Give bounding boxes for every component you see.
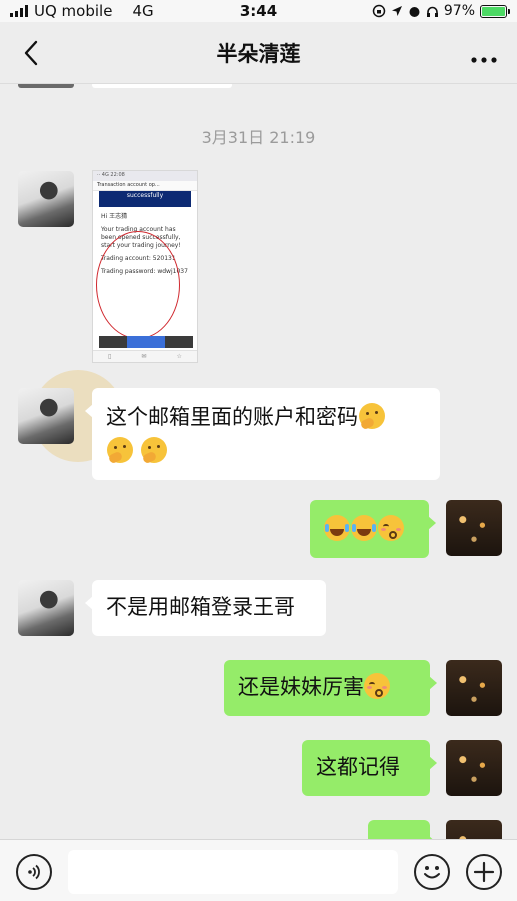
avatar [18,84,74,88]
plus-icon [473,861,495,883]
contact-avatar[interactable] [18,171,74,227]
image-message[interactable]: ·· 4G 22:08 Transaction account op... su… [92,170,198,363]
thinking-emoji-icon [140,437,167,463]
status-right: 97% [372,3,510,19]
voice-button[interactable] [16,854,52,890]
thinking-emoji-icon [107,437,133,463]
kissing-emoji-icon [378,515,404,541]
plus-button[interactable] [466,854,502,890]
kissing-emoji-icon [364,673,390,699]
headphones-icon [426,6,438,17]
nav-bar: 半朵清莲 [0,22,517,84]
smiley-icon [424,866,440,879]
back-button[interactable] [14,36,48,70]
my-avatar[interactable] [446,820,502,839]
contact-avatar[interactable] [18,388,74,444]
message-text: 不是用邮箱登录王哥 [106,595,295,619]
chat-area[interactable]: 3月31日 21:19 ·· 4G 22:08 Transaction acco… [0,84,517,839]
image-greeting: Hi 王志猜 [101,213,128,220]
chat-title: 半朵清莲 [216,41,301,66]
rotation-lock-icon [372,4,386,18]
tears-of-joy-emoji-icon [351,515,377,541]
image-body: Hi 王志猜 Your trading account has been ope… [93,207,197,339]
battery-percent: 97% [443,3,475,19]
my-avatar[interactable] [446,660,502,716]
status-bar: UQ mobile 4G 3:44 97% [0,0,517,22]
message-text: 这个邮箱里面的账户和密码 [106,405,358,429]
message-bubble-outgoing[interactable] [310,500,436,558]
image-banner: successfully [99,191,191,207]
message-bubble-outgoing[interactable]: 这都记得 [302,740,437,796]
status-left: UQ mobile 4G [10,2,154,20]
image-toolbar [99,336,193,348]
my-avatar[interactable] [446,500,502,556]
image-header: Transaction account op... [93,181,197,191]
network-label: 4G [132,2,154,20]
location-icon [391,6,402,16]
contact-avatar[interactable] [18,580,74,636]
previous-message-bubble [92,84,232,88]
my-avatar[interactable] [446,740,502,796]
alarm-icon [409,6,420,17]
message-input[interactable] [68,850,398,894]
message-bubble-outgoing[interactable] [368,820,437,839]
battery-icon [480,4,510,18]
more-button[interactable] [471,44,497,69]
tears-of-joy-emoji-icon [324,515,350,541]
voice-icon [28,864,40,880]
emoji-button[interactable] [414,854,450,890]
message-bubble-outgoing[interactable]: 还是妹妹厉害 [224,660,437,716]
image-status-bar: ·· 4G 22:08 [93,171,197,181]
signal-icon [10,5,28,17]
message-bubble-incoming[interactable]: 不是用邮箱登录王哥 [85,580,326,636]
thinking-emoji-icon [359,403,385,429]
chevron-left-icon [24,40,38,66]
carrier-label: UQ mobile [34,2,113,20]
input-bar [0,839,517,901]
image-footer: ▯ ✉ ☆ [93,350,197,362]
message-text: 还是妹妹厉害 [238,675,364,699]
message-bubble-incoming[interactable]: 这个邮箱里面的账户和密码 [85,388,440,480]
message-text: 这都记得 [316,755,400,779]
message-timestamp: 3月31日 21:19 [201,128,316,147]
ellipsis-icon [471,57,497,63]
red-circle-annotation [96,231,180,339]
